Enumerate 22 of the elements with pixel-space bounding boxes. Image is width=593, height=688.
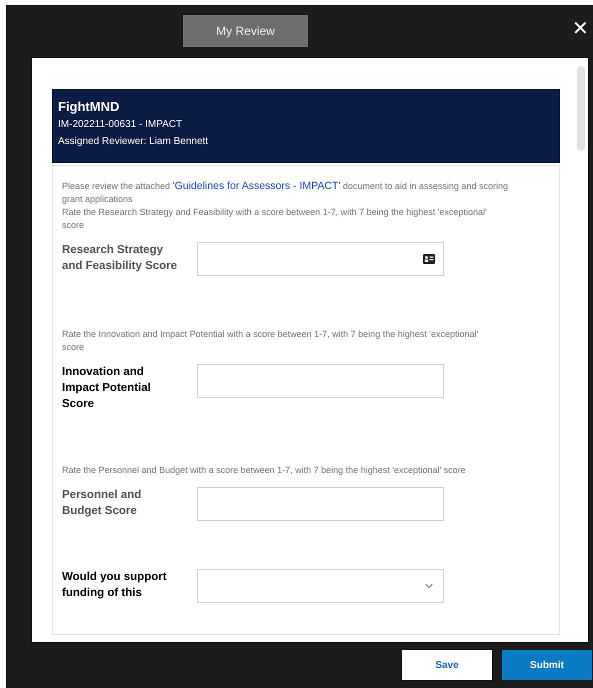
score-field[interactable] <box>197 487 444 521</box>
instructions-text: Please review the attached 'Guidelines for Assessors - IMPACT' document to aid in assessing and scoring grant applications <box>62 180 509 206</box>
question-description: Rate the Research Strategy and Feasibility with a score between 1-7, with 7 being the highest 'exceptional' score <box>62 206 488 232</box>
score-field[interactable] <box>197 364 444 398</box>
guidelines-link[interactable]: 'Guidelines for Assessors - IMPACT' <box>172 180 340 192</box>
field-label: Research Strategy and Feasibility Score <box>62 243 178 274</box>
organization-title: FightMND <box>58 99 120 115</box>
scrollbar[interactable] <box>577 66 585 151</box>
field-label: Innovation and Impact Potential Score <box>62 365 152 412</box>
question-description: Rate the Innovation and Impact Potential with a score between 1-7, with 7 being the highest 'exceptional' score <box>62 328 480 354</box>
submit-button[interactable]: Submit <box>502 650 592 680</box>
question-description: Rate the Personnel and Budget with a score between 1-7, with 7 being the highest 'exceptional' score <box>62 464 467 477</box>
contact-card-icon <box>423 254 435 264</box>
close-button[interactable]: ✕ <box>572 19 589 39</box>
score-field[interactable] <box>197 242 444 276</box>
field-label: Would you support funding of this <box>62 570 168 601</box>
select-field[interactable] <box>197 569 444 603</box>
reviewer-name: Assigned Reviewer: Liam Bennett <box>58 135 210 149</box>
application-reference: IM-202211-00631 - IMPACT <box>58 118 184 132</box>
review-tab[interactable]: My Review <box>183 15 308 47</box>
save-button[interactable]: Save <box>402 650 492 680</box>
field-label: Personnel and Budget Score <box>62 488 142 519</box>
